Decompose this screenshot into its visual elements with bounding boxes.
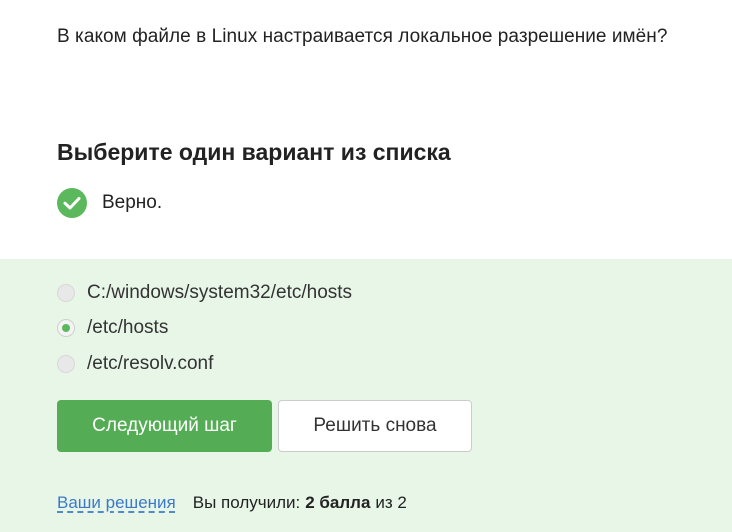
option-label: /etc/resolv.conf bbox=[87, 353, 214, 374]
radio-button-selected[interactable] bbox=[57, 319, 75, 337]
option-label: /etc/hosts bbox=[87, 317, 169, 338]
score-value: 2 балла bbox=[305, 493, 371, 512]
radio-button[interactable] bbox=[57, 355, 75, 373]
next-step-button[interactable]: Следующий шаг bbox=[57, 400, 272, 452]
score-footer: Ваши решения Вы получили: 2 балла из 2 bbox=[57, 493, 407, 513]
radio-selected-dot bbox=[62, 324, 70, 332]
option-label: C:/windows/system32/etc/hosts bbox=[87, 282, 353, 303]
score-suffix: из 2 bbox=[375, 493, 407, 512]
radio-button[interactable] bbox=[57, 284, 75, 302]
checkmark-icon bbox=[57, 188, 87, 218]
retry-button[interactable]: Решить снова bbox=[278, 400, 472, 452]
option-resolv-conf[interactable]: /etc/resolv.conf bbox=[57, 353, 213, 375]
answer-panel: C:/windows/system32/etc/hosts /etc/hosts… bbox=[0, 259, 732, 532]
score-prefix: Вы получили: bbox=[192, 493, 301, 512]
result-status: Верно. bbox=[57, 188, 162, 218]
question-text: В каком файле в Linux настраивается лока… bbox=[57, 26, 668, 47]
task-heading: Выберите один вариант из списка bbox=[57, 139, 451, 165]
result-label: Верно. bbox=[102, 192, 163, 213]
your-solutions-link[interactable]: Ваши решения bbox=[57, 493, 176, 513]
option-etc-hosts[interactable]: /etc/hosts bbox=[57, 317, 168, 339]
option-windows-hosts[interactable]: C:/windows/system32/etc/hosts bbox=[57, 282, 352, 304]
